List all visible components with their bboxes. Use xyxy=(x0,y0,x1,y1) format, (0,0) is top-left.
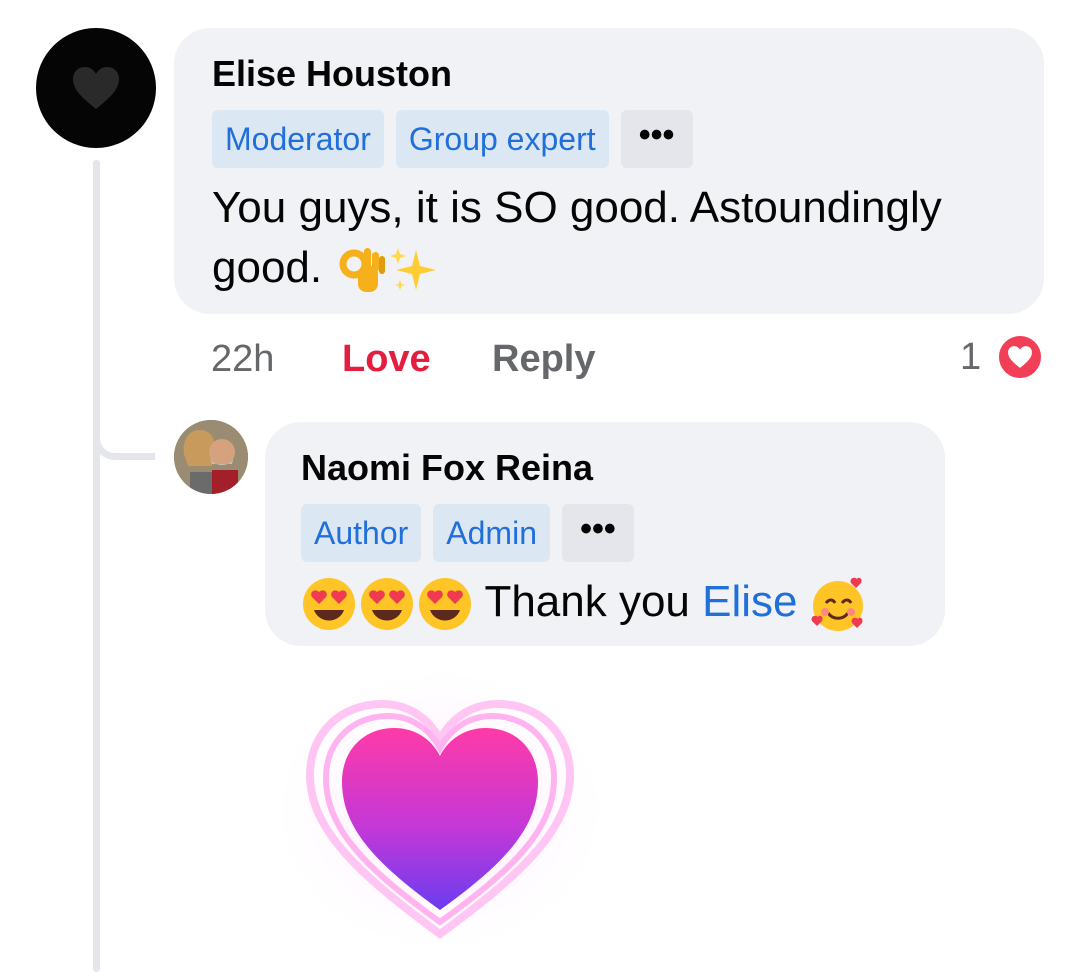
smiling-face-with-hearts-emoji-icon xyxy=(811,578,863,632)
badge-author[interactable]: Author xyxy=(301,504,422,562)
thread-line xyxy=(93,160,100,972)
comment-author[interactable]: Elise Houston xyxy=(212,50,1006,98)
comment-text-line1: You guys, it is SO good. Astoundingly xyxy=(212,183,942,232)
reaction-count[interactable]: 1 xyxy=(960,332,981,382)
more-badges-button[interactable]: ••• xyxy=(561,504,634,562)
heart-icon[interactable] xyxy=(996,333,1044,381)
reply-author[interactable]: Naomi Fox Reina xyxy=(301,444,909,492)
comment-emojis xyxy=(334,244,440,296)
reply-text: Thank you Elise xyxy=(301,572,909,633)
comment-badges: Moderator Group expert ••• xyxy=(212,110,1006,168)
heart-eyes-emoji-icon xyxy=(419,578,471,631)
mention-link[interactable]: Elise xyxy=(702,577,797,626)
heart-icon xyxy=(73,67,119,109)
comment-timestamp[interactable]: 22h xyxy=(211,332,274,386)
heart-eyes-emoji-icon xyxy=(303,578,355,631)
reply-badges: Author Admin ••• xyxy=(301,504,909,562)
thread-branch xyxy=(93,405,155,460)
reply-bubble: Naomi Fox Reina Author Admin ••• Thank y… xyxy=(265,422,945,646)
badge-moderator[interactable]: Moderator xyxy=(212,110,384,168)
badge-admin[interactable]: Admin xyxy=(433,504,550,562)
sparkles-emoji-icon xyxy=(390,248,437,291)
heart-glyph-icon xyxy=(1008,346,1032,368)
ok-hand-emoji-icon xyxy=(339,248,386,293)
avatar[interactable] xyxy=(36,28,156,148)
love-button[interactable]: Love xyxy=(342,332,431,386)
profile-photo-icon xyxy=(174,420,248,494)
more-badges-button[interactable]: ••• xyxy=(620,110,693,168)
love-reaction-animation xyxy=(265,660,615,960)
badge-group-expert[interactable]: Group expert xyxy=(395,110,609,168)
heart-eyes-emoji-icon xyxy=(361,578,413,631)
heart-eyes-emojis xyxy=(301,576,473,632)
reply-button[interactable]: Reply xyxy=(492,332,595,386)
comment-bubble: Elise Houston Moderator Group expert •••… xyxy=(174,28,1044,314)
comment-text-line2: good. xyxy=(212,243,323,292)
comment-text: You guys, it is SO good. Astoundingly go… xyxy=(212,178,1006,298)
reply-text-body: Thank you xyxy=(484,577,690,626)
reply-avatar[interactable] xyxy=(174,420,248,494)
